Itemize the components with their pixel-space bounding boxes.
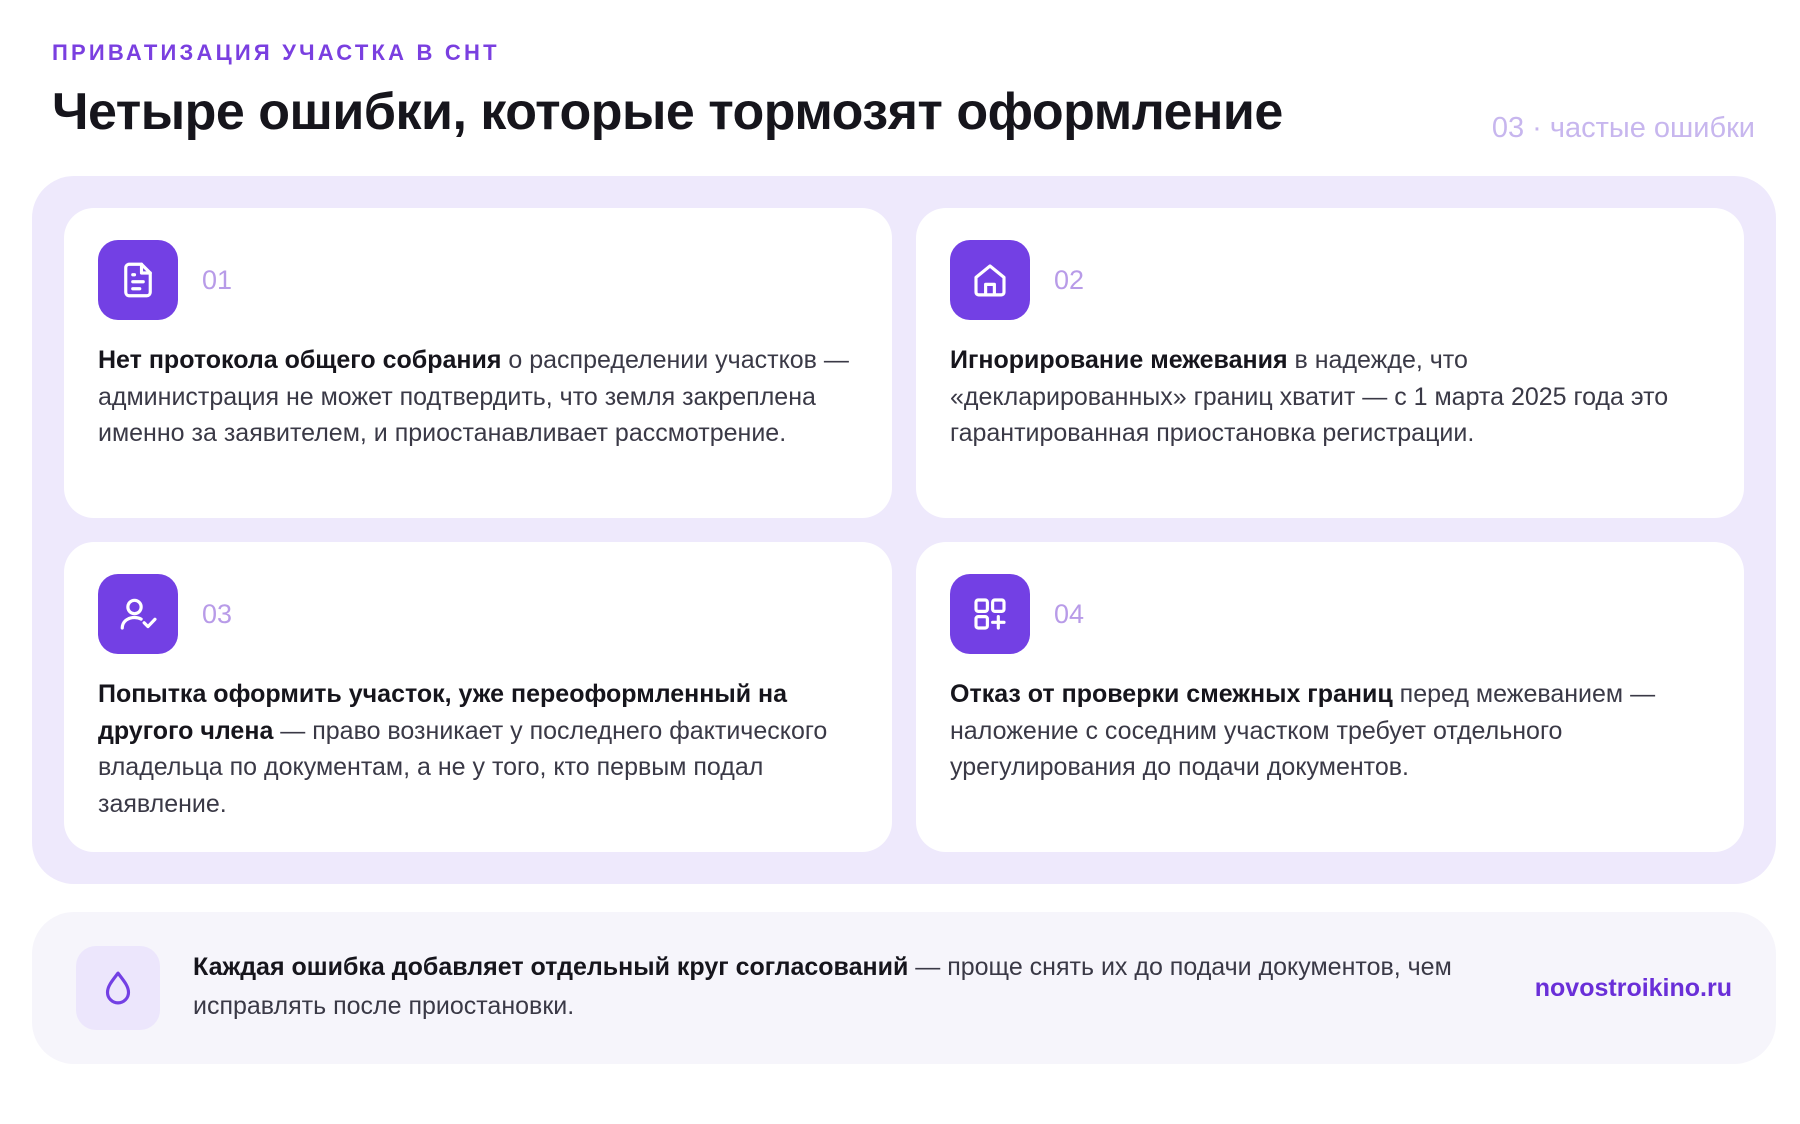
grid-plus-icon xyxy=(950,574,1030,654)
footer-note: Каждая ошибка добавляет отдельный круг с… xyxy=(32,912,1776,1064)
card-number: 03 xyxy=(202,598,233,629)
footer-bold-text: Каждая ошибка добавляет отдельный круг с… xyxy=(193,953,909,981)
card-text: Отказ от проверки смежных границ перед м… xyxy=(950,676,1710,786)
user-check-icon xyxy=(98,574,178,654)
mistake-card-2: 02 Игнорирование межевания в надежде, чт… xyxy=(916,208,1744,518)
document-icon xyxy=(98,240,178,320)
eyebrow-label: ПРИВАТИЗАЦИЯ УЧАСТКА В СНТ xyxy=(52,40,500,65)
card-number: 04 xyxy=(1054,598,1085,629)
card-number: 02 xyxy=(1054,264,1085,295)
card-text: Нет протокола общего собрания о распреде… xyxy=(98,342,858,452)
mistake-card-4: 04 Отказ от проверки смежных границ пере… xyxy=(916,542,1744,852)
card-bold-text: Отказ от проверки смежных границ xyxy=(950,680,1393,708)
mistake-card-1: 01 Нет протокола общего собрания о распр… xyxy=(64,208,892,518)
card-text: Попытка оформить участок, уже переоформл… xyxy=(98,676,858,822)
card-bold-text: Нет протокола общего собрания xyxy=(98,346,502,374)
mistake-card-3: 03 Попытка оформить участок, уже переофо… xyxy=(64,542,892,852)
section-tag: 03 · частые ошибки xyxy=(1491,112,1755,144)
footer-text: Каждая ошибка добавляет отдельный круг с… xyxy=(193,948,1523,1026)
card-bold-text: Игнорирование межевания xyxy=(950,346,1288,374)
drop-icon xyxy=(76,946,160,1030)
house-icon xyxy=(950,240,1030,320)
brand-link[interactable]: novostroikino.ru xyxy=(1535,974,1732,1003)
card-text: Игнорирование межевания в надежде, что «… xyxy=(950,342,1710,452)
page-title: Четыре ошибки, которые тормозят оформлен… xyxy=(52,83,1283,141)
card-number: 01 xyxy=(202,264,233,295)
mistakes-panel: 01 Нет протокола общего собрания о распр… xyxy=(32,176,1776,884)
